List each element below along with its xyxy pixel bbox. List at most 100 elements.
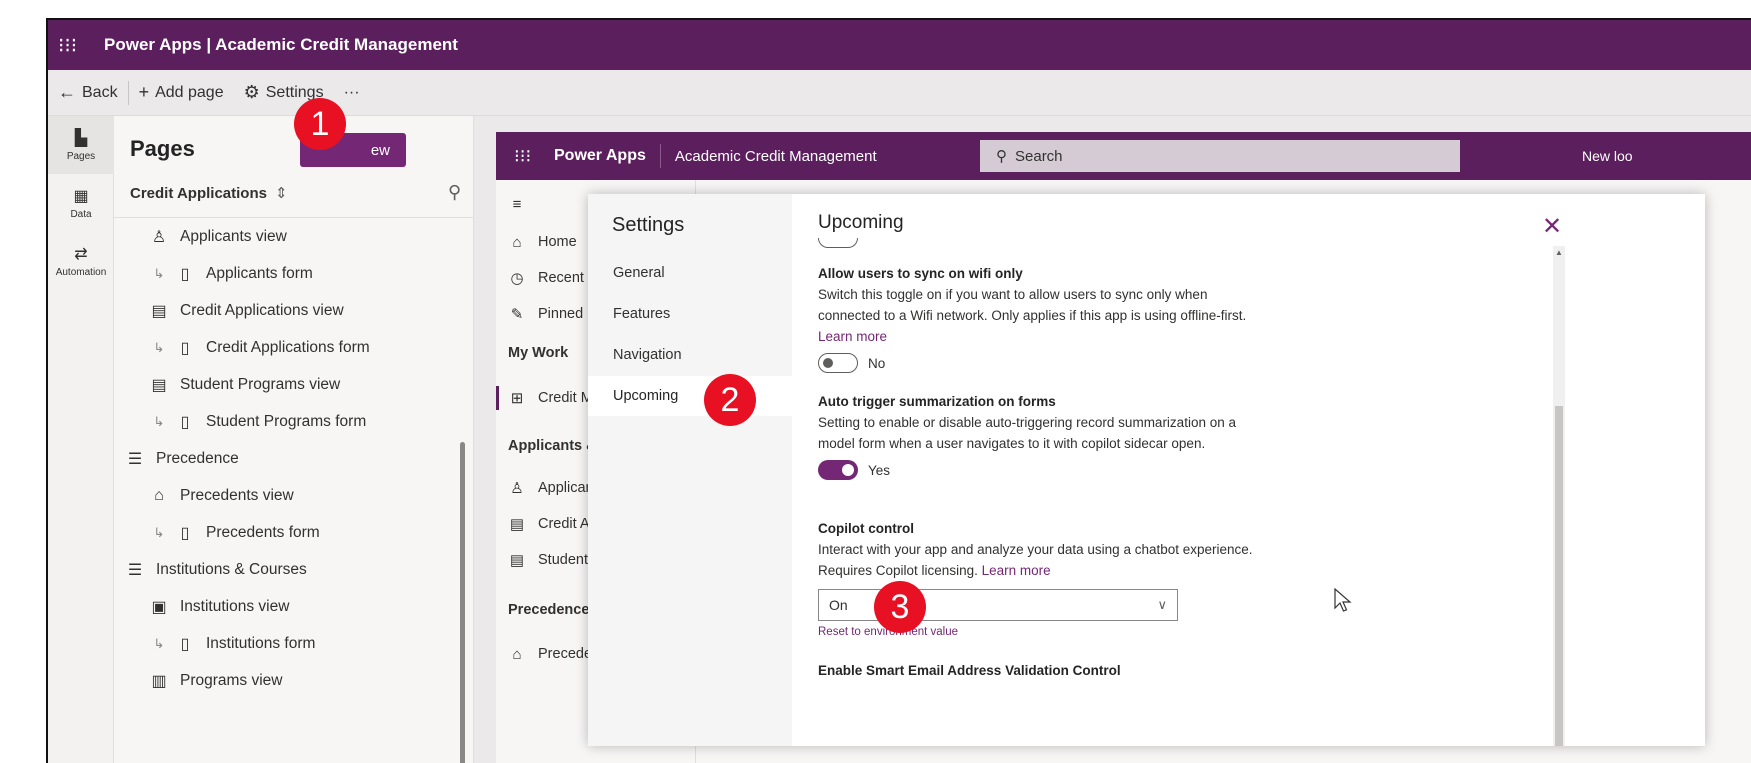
maker-title: Power Apps | Academic Credit Management: [104, 35, 458, 54]
more-commands-button[interactable]: ···: [334, 84, 370, 102]
sitemap-label: Recent: [538, 270, 584, 286]
scroll-up-icon[interactable]: ▲: [1555, 248, 1563, 257]
settings-dialog: Settings General Features Navigation Upc…: [588, 194, 1705, 746]
toggle-knob: [842, 464, 854, 476]
view-icon: ▤: [509, 552, 525, 569]
chevron-down-icon: ∨: [1157, 597, 1167, 612]
callout-badge: 3: [874, 581, 926, 633]
scrollbar-thumb[interactable]: [1555, 406, 1563, 746]
setting-wifi-sync: Allow users to sync on wifi only Switch …: [818, 266, 1258, 373]
list-item[interactable]: ⌂ Precedents view: [114, 477, 458, 514]
setting-name: Auto trigger summarization on forms: [818, 394, 1056, 409]
copilot-control-dropdown[interactable]: On ∨: [818, 589, 1178, 621]
page-label: Credit Applications form: [206, 338, 370, 356]
toggle-state-label: No: [868, 355, 886, 371]
child-connector-icon: ↳: [153, 524, 165, 540]
clock-icon: ◷: [510, 270, 524, 287]
app-launcher-icon[interactable]: ⁝⁝⁝: [58, 33, 98, 58]
toggle-row: Yes: [818, 460, 1258, 480]
setting-name: Copilot control: [818, 521, 914, 536]
settings-scrollbar[interactable]: ▲: [1553, 246, 1565, 746]
sitemap-group-precedence: Precedence: [508, 602, 590, 618]
list-item[interactable]: ▤ Credit Applications view: [114, 292, 458, 329]
page-label: Applicants view: [180, 227, 287, 245]
page-label: Precedence: [156, 449, 239, 467]
setting-description: Interact with your app and analyze your …: [818, 539, 1258, 581]
child-connector-icon: ↳: [153, 635, 165, 651]
setting-description: Switch this toggle on if you want to all…: [818, 284, 1258, 347]
child-connector-icon: ↳: [153, 265, 165, 281]
child-connector-icon: ↳: [153, 413, 165, 429]
close-icon[interactable]: ✕: [1542, 212, 1562, 241]
screenshot-stage: ⁝⁝⁝ Power Apps | Academic Credit Managem…: [0, 0, 1751, 763]
hamburger-icon: ≡: [512, 195, 522, 213]
app-selector-label: Credit Applications: [130, 184, 267, 202]
search-icon[interactable]: ⚲: [448, 182, 461, 203]
search-placeholder: Search: [1015, 147, 1063, 165]
sitemap-group-my-work: My Work: [508, 345, 569, 361]
list-item[interactable]: ↳ ▯ Credit Applications form: [114, 329, 458, 366]
view-icon: ▤: [151, 302, 167, 320]
page-list: ♙ Applicants view ↳ ▯ Applicants form ▤ Cred…: [114, 218, 458, 763]
setting-smart-email: Enable Smart Email Address Validation Co…: [818, 663, 1258, 681]
auto-summarization-toggle[interactable]: [818, 460, 858, 480]
settings-nav-upcoming[interactable]: Upcoming: [588, 376, 792, 416]
nav-label: Features: [613, 306, 671, 322]
list-item[interactable]: ↳ ▯ Institutions form: [114, 625, 458, 662]
list-item[interactable]: ↳ ▯ Precedents form: [114, 514, 458, 551]
pages-scrollbar[interactable]: [460, 442, 465, 763]
new-page-label: ew: [370, 141, 390, 159]
settings-nav: Settings General Features Navigation Upc…: [588, 194, 792, 746]
setting-auto-summarization: Auto trigger summarization on forms Sett…: [818, 394, 1258, 480]
page-label: Programs view: [180, 671, 283, 689]
rail-item-automation[interactable]: ⇄ Automation: [48, 232, 114, 290]
app-launcher-icon[interactable]: ⁝⁝⁝: [514, 146, 554, 167]
dropdown-value: On: [829, 597, 848, 613]
list-item[interactable]: ♙ Applicants view: [114, 218, 458, 255]
page-label: Precedents view: [180, 486, 294, 504]
settings-nav-general[interactable]: General: [588, 253, 792, 293]
back-button[interactable]: ← Back: [48, 82, 128, 103]
rail-item-pages[interactable]: ▙ Pages: [48, 116, 114, 174]
table-icon: ▦: [73, 188, 89, 205]
wifi-sync-toggle[interactable]: [818, 353, 858, 373]
rail-item-data[interactable]: ▦ Data: [48, 174, 114, 232]
page-icon: ▙: [74, 130, 88, 147]
app-selector[interactable]: Credit Applications ⇕: [130, 184, 288, 203]
list-item[interactable]: ▣ Institutions view: [114, 588, 458, 625]
learn-more-link[interactable]: Learn more: [982, 563, 1051, 578]
preview-brand: Power Apps: [554, 147, 646, 164]
learn-more-link[interactable]: Learn more: [818, 329, 887, 344]
list-item[interactable]: ☰ Precedence: [114, 440, 458, 477]
dashboard-icon: ⊞: [510, 390, 524, 407]
home-icon: ⌂: [512, 233, 522, 251]
page-label: Institutions & Courses: [156, 560, 307, 578]
toggle-knob: [823, 358, 833, 368]
preview-search-box[interactable]: ⚲ Search: [980, 140, 1460, 172]
list-item[interactable]: ↳ ▯ Student Programs form: [114, 403, 458, 440]
chevron-up-down-icon: ⇕: [274, 185, 288, 202]
settings-nav-features[interactable]: Features: [588, 294, 792, 334]
list-item[interactable]: ☰ Institutions & Courses: [114, 551, 458, 588]
nav-label: General: [613, 265, 665, 281]
list-item[interactable]: ▤ Student Programs view: [114, 366, 458, 403]
group-icon: ☰: [127, 450, 143, 468]
flow-icon: ⇄: [74, 246, 88, 263]
sitemap-label: Home: [538, 234, 577, 250]
list-item[interactable]: ▥ Programs view: [114, 662, 458, 699]
plus-icon: +: [138, 82, 150, 102]
group-icon: ☰: [127, 561, 143, 579]
callout-badge: 2: [704, 374, 756, 426]
page-label: Credit Applications view: [180, 301, 344, 319]
list-item[interactable]: ↳ ▯ Applicants form: [114, 255, 458, 292]
document-icon: ▯: [180, 635, 190, 653]
add-page-button[interactable]: + Add page: [129, 82, 234, 103]
rail-label: Data: [70, 209, 92, 220]
new-look-toggle[interactable]: New loo: [1582, 148, 1633, 164]
settings-title: Settings: [612, 214, 685, 236]
nav-label: Upcoming: [613, 388, 679, 404]
settings-nav-navigation[interactable]: Navigation: [588, 335, 792, 375]
setting-description: Setting to enable or disable auto-trigge…: [818, 412, 1258, 454]
page-label: Institutions form: [206, 634, 316, 652]
gear-icon: ⚙: [243, 82, 260, 102]
